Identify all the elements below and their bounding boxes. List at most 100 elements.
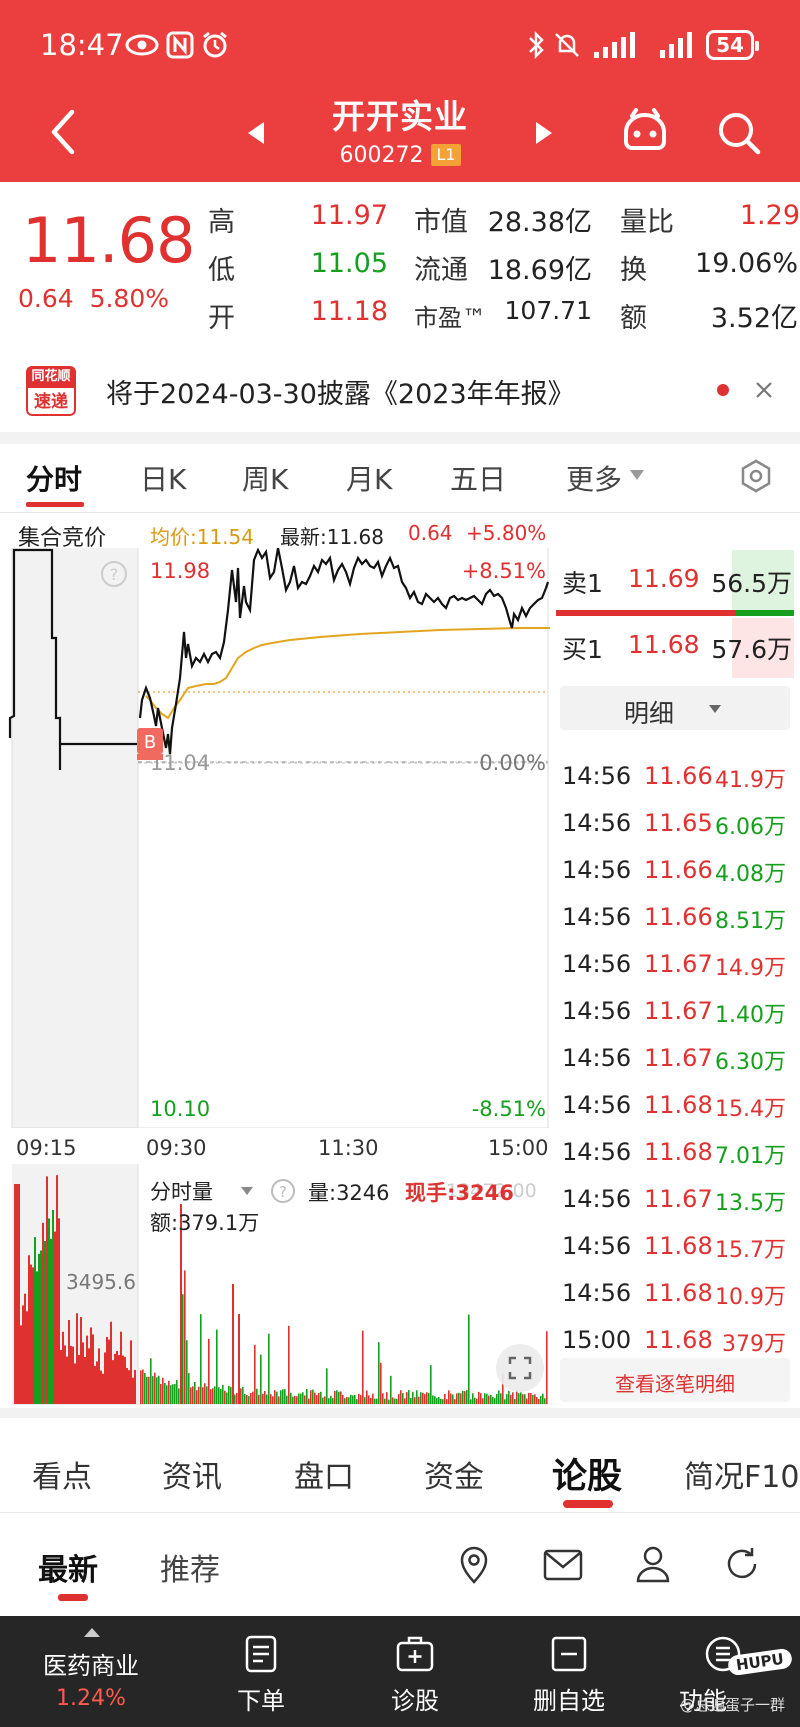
- volume-bar: [372, 1393, 374, 1404]
- tab-capital[interactable]: 资金: [424, 1452, 484, 1496]
- volume-bar: [434, 1396, 436, 1404]
- bid-level-1[interactable]: 买1 11.68 57.6万: [556, 618, 794, 678]
- intraday-price-chart[interactable]: ? 11.98 +8.51% 11.04 0.00% 10.10 -8.51% …: [0, 548, 550, 1128]
- tick-row: 14:56 11.66 8.51万: [562, 903, 792, 950]
- view-all-ticks-button[interactable]: 查看逐笔明细: [560, 1358, 790, 1402]
- tick-row: 14:56 11.67 6.30万: [562, 1044, 792, 1091]
- time-label-1500: 15:00: [488, 1136, 549, 1160]
- volume-bar: [546, 1331, 548, 1404]
- help-icon[interactable]: ?: [110, 565, 119, 584]
- next-stock-icon[interactable]: [534, 120, 554, 146]
- volume-bar: [522, 1394, 524, 1404]
- volume-bar: [68, 1320, 70, 1404]
- sub-tab-recommended[interactable]: 推荐: [160, 1545, 220, 1589]
- volume-bar: [396, 1398, 398, 1404]
- refresh-icon[interactable]: [722, 1544, 762, 1584]
- volume-bar: [188, 1373, 190, 1404]
- volume-bar: [238, 1314, 240, 1404]
- robot-assistant-icon[interactable]: [618, 106, 672, 156]
- volume-bar: [450, 1393, 452, 1404]
- volume-bar: [200, 1314, 202, 1404]
- tab-discussion[interactable]: 论股: [552, 1448, 622, 1499]
- detail-dropdown[interactable]: 明细: [560, 686, 790, 730]
- tick-time: 15:00: [562, 1326, 632, 1354]
- volume-bar: [86, 1335, 88, 1404]
- volume-bar: [98, 1348, 100, 1404]
- volume-bar: [374, 1398, 376, 1404]
- tick-row: 14:56 11.66 41.9万: [562, 762, 792, 809]
- market-cap-value: 28.38亿: [487, 207, 592, 238]
- volume-bar: [28, 1255, 30, 1404]
- help-icon[interactable]: ?: [270, 1178, 296, 1204]
- volume-bar: [110, 1321, 112, 1404]
- volume-bar: [298, 1393, 300, 1404]
- tick-time: 14:56: [562, 1232, 632, 1260]
- tab-news[interactable]: 资讯: [162, 1452, 222, 1496]
- volume-bar: [328, 1398, 330, 1404]
- volume-bar: [484, 1393, 486, 1404]
- place-order-button[interactable]: 下单: [186, 1616, 336, 1727]
- unread-dot: [717, 384, 729, 396]
- volume-bar: [292, 1396, 294, 1404]
- user-icon[interactable]: [634, 1544, 672, 1584]
- message-icon[interactable]: [542, 1548, 584, 1582]
- ask-strength-bar: [736, 610, 794, 616]
- stock-name: 开开实业: [332, 97, 468, 136]
- location-icon[interactable]: [456, 1545, 492, 1585]
- volume-bar: [536, 1397, 538, 1404]
- auction-zone: [12, 548, 138, 1128]
- volume-bar: [442, 1399, 444, 1404]
- volume-bar: [20, 1325, 22, 1404]
- volume-bar: [446, 1399, 448, 1404]
- battery-indicator: 54: [706, 30, 759, 60]
- tick-time: 14:56: [562, 950, 632, 978]
- tab-intraday[interactable]: 分时: [26, 458, 82, 498]
- turnover-value: 19.06%: [695, 248, 798, 279]
- volume-bar: [406, 1392, 408, 1404]
- volume-bar: [260, 1354, 262, 1404]
- tab-daily-k[interactable]: 日K: [140, 458, 186, 498]
- remove-watchlist-button[interactable]: 删自选: [494, 1616, 644, 1727]
- volume-bar: [30, 1264, 32, 1404]
- amount-value: 3.52亿: [710, 303, 798, 334]
- tab-weekly-k[interactable]: 周K: [242, 458, 288, 498]
- fullscreen-button[interactable]: [496, 1344, 544, 1392]
- tab-highlights[interactable]: 看点: [32, 1452, 92, 1496]
- volume-bar: [342, 1394, 344, 1404]
- tab-order-book[interactable]: 盘口: [294, 1452, 354, 1496]
- pe-value: 107.71: [504, 296, 592, 325]
- sector-button[interactable]: 医药商业 1.24%: [16, 1616, 166, 1727]
- volume-bar: [244, 1393, 246, 1404]
- volume-indicator-select[interactable]: 分时量: [150, 1176, 213, 1206]
- tab-five-day[interactable]: 五日: [450, 458, 506, 498]
- volume-bar: [16, 1184, 18, 1404]
- tab-monthly-k[interactable]: 月K: [346, 458, 392, 498]
- ask-level-1[interactable]: 卖1 11.69 56.5万: [556, 550, 794, 610]
- view-all-ticks-label: 查看逐笔明细: [615, 1372, 735, 1396]
- stock-code: 600272: [339, 142, 424, 168]
- tick-price: 11.68: [644, 1232, 713, 1260]
- volume-bar: [104, 1352, 106, 1404]
- amount-label: 额: [620, 303, 647, 334]
- volume-bar: [206, 1386, 208, 1404]
- tick-row: 14:56 11.68 15.4万: [562, 1091, 792, 1138]
- tab-profile-f10[interactable]: 简况F10: [684, 1452, 799, 1496]
- diagnose-button[interactable]: 诊股: [340, 1616, 490, 1727]
- volume-bar: [336, 1390, 338, 1404]
- search-icon[interactable]: [716, 110, 762, 156]
- tab-more[interactable]: 更多: [566, 458, 622, 498]
- tick-volume: 14.9万: [715, 956, 786, 981]
- volume-bar: [422, 1392, 424, 1404]
- volume-bar: [368, 1395, 370, 1404]
- close-icon[interactable]: [754, 380, 774, 400]
- volume-bar: [346, 1397, 348, 1404]
- news-banner[interactable]: 同花顺 速递 将于2024-03-30披露《2023年年报》: [0, 352, 800, 432]
- volume-bar: [464, 1391, 466, 1404]
- sub-tab-latest[interactable]: 最新: [38, 1545, 98, 1589]
- settings-icon[interactable]: [738, 458, 774, 494]
- tick-time: 14:56: [562, 762, 632, 790]
- sector-pct: 1.24%: [56, 1686, 126, 1711]
- quote-panel: 11.68 0.64 5.80% 高 11.97 低 11.05 开 11.18…: [0, 182, 800, 340]
- change-value: 0.64: [18, 284, 74, 313]
- time-label-1130: 11:30: [318, 1136, 379, 1160]
